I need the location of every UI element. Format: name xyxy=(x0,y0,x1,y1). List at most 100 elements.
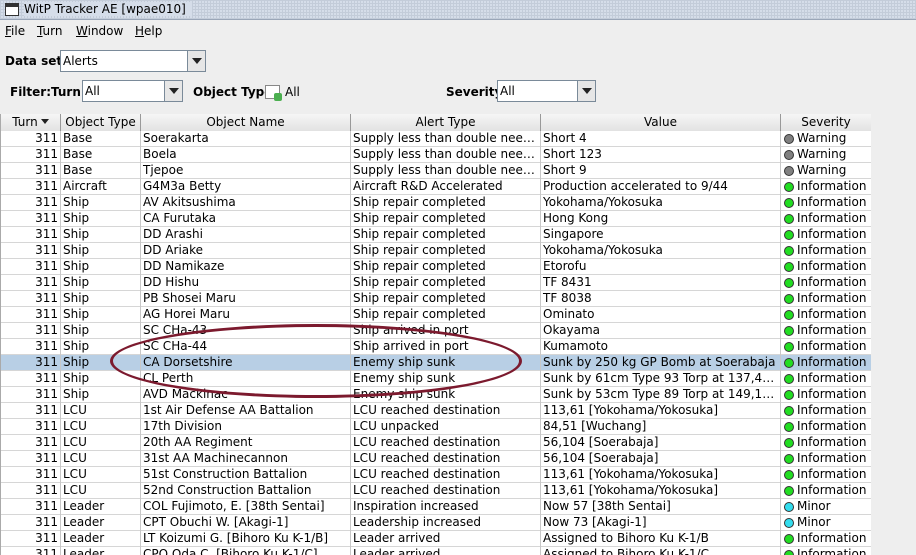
menu-turn[interactable]: Turn xyxy=(37,24,62,38)
severity-dot-icon xyxy=(784,278,794,288)
cell-turn: 311 xyxy=(1,211,61,227)
severity-text: Information xyxy=(797,419,867,433)
table-row[interactable]: 311 LCU 52nd Construction Battalion LCU rea… xyxy=(1,483,871,499)
table-row[interactable]: 311 LCU 1st Air Defense AA Battalion LCU re… xyxy=(1,403,871,419)
severity-text: Information xyxy=(797,435,867,449)
table-row[interactable]: 311 Ship DD Arashi Ship repair completed Sin… xyxy=(1,227,871,243)
cell-object-type: Ship xyxy=(61,243,141,259)
cell-object-name: AVD Mackinac xyxy=(141,387,351,403)
cell-severity: Information xyxy=(781,531,871,547)
cell-value: Singapore xyxy=(541,227,781,243)
cell-turn: 311 xyxy=(1,451,61,467)
column-header-severity[interactable]: Severity xyxy=(781,114,871,131)
severity-dot-icon xyxy=(784,326,794,336)
table-row[interactable]: 311 Base Soerakarta Supply less than double… xyxy=(1,131,871,147)
table-row[interactable]: 311 Base Tjepoe Supply less than double nee… xyxy=(1,163,871,179)
dataset-select[interactable]: Alerts xyxy=(60,50,206,72)
cell-turn: 311 xyxy=(1,243,61,259)
object-type-value[interactable]: All xyxy=(285,85,300,99)
cell-severity: Information xyxy=(781,179,871,195)
cell-value: Short 123 xyxy=(541,147,781,163)
cell-alert-type: Supply less than double needed xyxy=(353,131,541,147)
severity-text: Minor xyxy=(797,499,831,513)
cell-alert-type: Enemy ship sunk xyxy=(351,371,541,387)
table-row[interactable]: 311 Leader CPO Oda C. [Bihoro Ku K-1/C] Lea… xyxy=(1,547,871,555)
table-row[interactable]: 311 LCU 51st Construction Battalion LCU rea… xyxy=(1,467,871,483)
column-header-object-type[interactable]: Object Type xyxy=(61,114,141,131)
cell-alert-type: Ship repair completed xyxy=(351,227,541,243)
table-row[interactable]: 311 Aircraft G4M3a Betty Aircraft R&D Accel… xyxy=(1,179,871,195)
cell-object-type: Aircraft xyxy=(61,179,141,195)
severity-text: Information xyxy=(797,179,867,193)
table-row[interactable]: 311 Ship AV Akitsushima Ship repair complet… xyxy=(1,195,871,211)
severity-dot-icon xyxy=(784,486,794,496)
cell-severity: Minor xyxy=(781,515,871,531)
table-row[interactable]: 311 Ship CA Furutaka Ship repair completed H… xyxy=(1,211,871,227)
table-row[interactable]: 311 Ship AVD Mackinac Enemy ship sunk Sunk b… xyxy=(1,387,871,403)
severity-dot-icon xyxy=(784,134,794,144)
cell-severity: Information xyxy=(781,275,871,291)
severity-dot-icon xyxy=(784,182,794,192)
cell-object-name: Tjepoe xyxy=(141,163,351,179)
cell-turn: 311 xyxy=(1,547,61,555)
cell-value: Hong Kong xyxy=(541,211,781,227)
table-row[interactable]: 311 Ship CA Dorsetshire Enemy ship sunk Sunk… xyxy=(1,355,871,371)
object-type-filter-icon[interactable] xyxy=(265,85,282,101)
column-header-turn[interactable]: Turn xyxy=(1,114,61,131)
cell-severity: Information xyxy=(781,307,871,323)
table-row[interactable]: 311 Ship AG Horei Maru Ship repair complete… xyxy=(1,307,871,323)
table-row[interactable]: 311 Ship CL Perth Enemy ship sunk Sunk by 61… xyxy=(1,371,871,387)
severity-filter-select[interactable]: All xyxy=(497,80,596,102)
cell-object-name: CA Furutaka xyxy=(141,211,351,227)
chevron-down-icon[interactable] xyxy=(577,81,595,101)
window-icon[interactable] xyxy=(5,3,19,16)
cell-value: 113,61 [Yokohama/Yokosuka] xyxy=(541,467,781,483)
cell-value: 84,51 [Wuchang] xyxy=(541,419,781,435)
cell-alert-type: Ship repair completed xyxy=(351,259,541,275)
cell-turn: 311 xyxy=(1,323,61,339)
severity-text: Warning xyxy=(797,163,847,177)
cell-object-name: DD Arashi xyxy=(141,227,351,243)
column-header-object-name[interactable]: Object Name xyxy=(141,114,351,131)
cell-value: Assigned to Bihoro Ku K-1/B xyxy=(541,531,781,547)
table-row[interactable]: 311 Ship DD Hishu Ship repair completed TF 8… xyxy=(1,275,871,291)
cell-object-type: Ship xyxy=(61,339,141,355)
chevron-down-icon[interactable] xyxy=(187,51,205,71)
menu-window[interactable]: Window xyxy=(76,24,123,38)
turn-filter-select[interactable]: All xyxy=(82,80,183,102)
column-header-value[interactable]: Value xyxy=(541,114,781,131)
cell-severity: Warning xyxy=(781,131,871,147)
table-row[interactable]: 311 Leader COL Fujimoto, E. [38th Sentai] I… xyxy=(1,499,871,515)
table-row[interactable]: 311 Leader CPT Obuchi W. [Akagi-1] Leadersh… xyxy=(1,515,871,531)
chevron-down-icon[interactable] xyxy=(164,81,182,101)
dataset-value: Alerts xyxy=(63,54,98,68)
menu-help[interactable]: Help xyxy=(135,24,162,38)
cell-turn: 311 xyxy=(1,371,61,387)
table-row[interactable]: 311 Ship SC CHa-44 Ship arrived in port Kuma… xyxy=(1,339,871,355)
cell-turn: 311 xyxy=(1,163,61,179)
table-row[interactable]: 311 Ship DD Ariake Ship repair completed Yok… xyxy=(1,243,871,259)
cell-value: Ominato xyxy=(541,307,781,323)
cell-value: 56,104 [Soerabaja] xyxy=(541,451,781,467)
table-row[interactable]: 311 Ship DD Namikaze Ship repair completed E… xyxy=(1,259,871,275)
table-row[interactable]: 311 LCU 20th AA Regiment LCU reached destin… xyxy=(1,435,871,451)
cell-object-type: Ship xyxy=(61,195,141,211)
cell-value: 56,104 [Soerabaja] xyxy=(541,435,781,451)
alerts-table[interactable]: Turn Object Type Object Name Alert Type … xyxy=(0,114,871,555)
table-row[interactable]: 311 Base Boela Supply less than double need… xyxy=(1,147,871,163)
severity-text: Information xyxy=(797,291,867,305)
cell-value: TF 8431 xyxy=(541,275,781,291)
table-row[interactable]: 311 Leader LT Koizumi G. [Bihoro Ku K-1/B]… xyxy=(1,531,871,547)
table-row[interactable]: 311 LCU 31st AA Machinecannon LCU reached d… xyxy=(1,451,871,467)
column-header-alert-type[interactable]: Alert Type xyxy=(351,114,541,131)
table-row[interactable]: 311 Ship SC CHa-43 Ship arrived in port Okay… xyxy=(1,323,871,339)
severity-text: Information xyxy=(797,275,867,289)
table-row[interactable]: 311 LCU 17th Division LCU unpacked 84,51 [Wu… xyxy=(1,419,871,435)
cell-severity: Warning xyxy=(781,147,871,163)
cell-alert-type: Ship repair completed xyxy=(351,307,541,323)
cell-object-name: CPO Oda C. [Bihoro Ku K-1/C] xyxy=(141,547,351,555)
menu-file[interactable]: File xyxy=(5,24,25,38)
cell-object-type: Leader xyxy=(61,547,141,555)
cell-object-type: Ship xyxy=(61,275,141,291)
table-row[interactable]: 311 Ship PB Shosei Maru Ship repair complet… xyxy=(1,291,871,307)
